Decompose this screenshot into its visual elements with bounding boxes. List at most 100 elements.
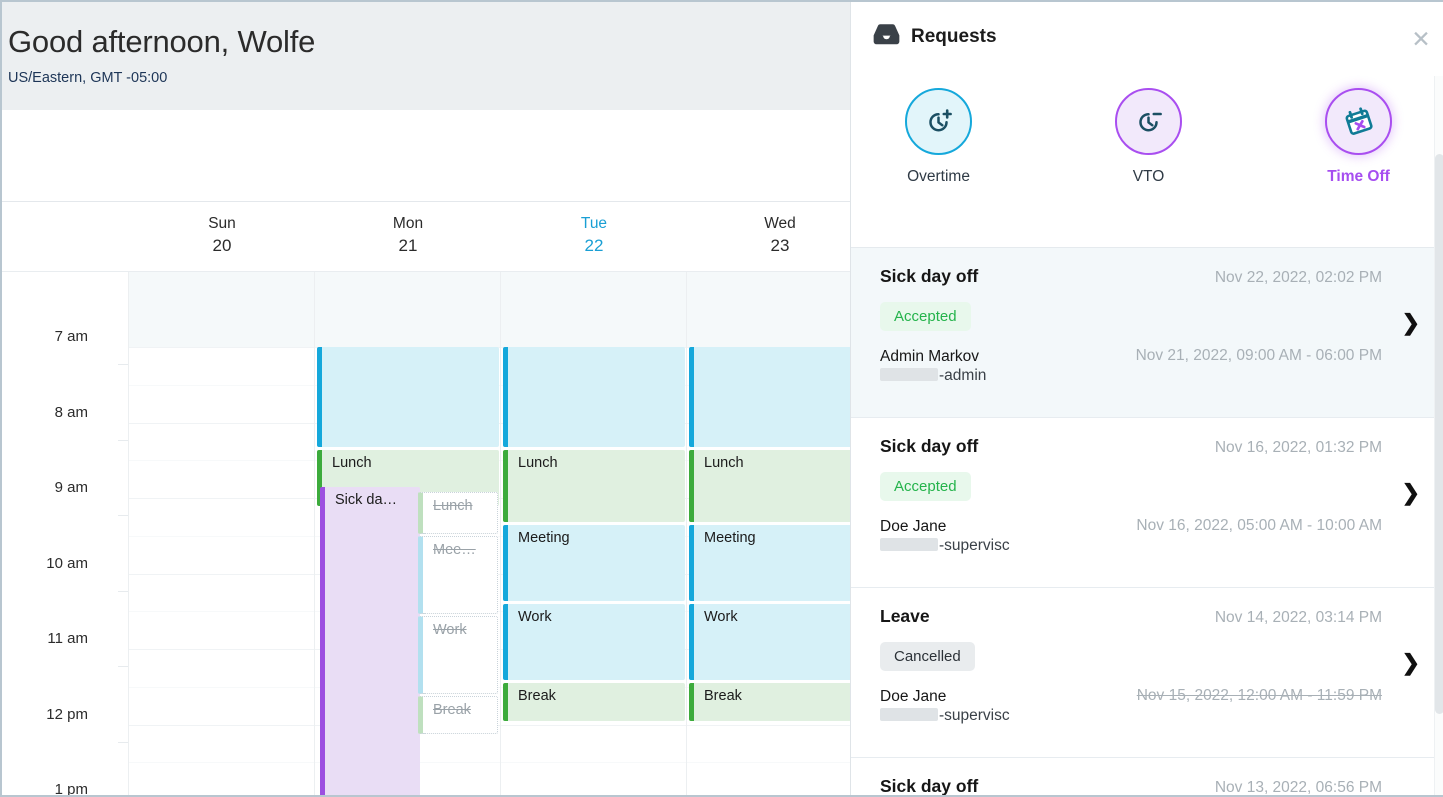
request-item-body: Doe Jane-superviscNov 15, 2022, 12:00 AM… [880,687,1422,725]
request-item-body: Doe Jane-superviscNov 16, 2022, 05:00 AM… [880,517,1422,555]
calendar-event[interactable]: Work [503,604,685,680]
calendar-event-label: Break [704,688,742,704]
request-item-person: Admin Markov-admin [880,347,986,385]
half-hour-gridline [687,762,850,763]
calendar-event[interactable]: Sick da… [320,487,420,797]
day-header-sun[interactable]: Sun20 [129,214,315,258]
hour-tick [118,515,128,516]
day-header-wed[interactable]: Wed23 [687,214,850,258]
calendar-event[interactable] [317,347,499,447]
request-type-label: Overtime [880,168,998,186]
request-item-header: Sick day offNov 22, 2022, 02:02 PM [880,266,1422,287]
request-item-created: Nov 14, 2022, 03:14 PM [1215,609,1382,627]
requests-scrollbar[interactable] [1434,76,1443,797]
hour-tick [118,742,128,743]
close-icon[interactable]: ✕ [1408,26,1434,52]
calendar-event[interactable]: Lunch [503,450,685,522]
requests-title: Requests [911,26,997,48]
calendar-event[interactable]: Break [503,683,685,721]
hour-label: 8 am [55,404,88,421]
redacted-block [880,368,938,381]
request-item-body: Admin Markov-adminNov 21, 2022, 09:00 AM… [880,347,1422,385]
calendar-event-label: Lunch [704,455,744,471]
hour-gridline [129,725,314,726]
request-type-label: Time Off [1300,168,1418,186]
hour-gridline [129,574,314,575]
hour-tick [118,440,128,441]
hour-label: 12 pm [46,706,88,723]
hour-gridline [129,423,314,424]
requests-title-wrap: Requests [873,24,997,50]
request-item-person-role: -supervisc [939,537,1010,554]
request-list-item[interactable]: Sick day offNov 22, 2022, 02:02 PMAccept… [851,248,1443,418]
half-hour-gridline [129,687,314,688]
timezone-label: US/Eastern, GMT -05:00 [8,70,167,86]
day-header-tue[interactable]: Tue22 [501,214,687,258]
requests-scrollbar-thumb[interactable] [1435,154,1443,714]
chevron-right-icon[interactable]: ❯ [1402,310,1420,336]
calendar-event-label: Work [518,609,552,625]
day-header-name: Tue [501,214,687,234]
greeting-bar: Good afternoon, Wolfe US/Eastern, GMT -0… [2,2,850,110]
hour-tick [118,364,128,365]
calendar-event[interactable]: Work [418,616,498,694]
half-hour-gridline [129,385,314,386]
request-item-person: Doe Jane-supervisc [880,517,1010,555]
off-hours-block [687,272,850,347]
calendar-event-label: Work [433,622,467,638]
calendar-event[interactable]: Mee… [418,536,498,614]
request-type-timeoff[interactable]: Time Off [1300,88,1418,247]
day-header-number: 21 [315,234,501,258]
request-item-name: Sick day off [880,776,978,797]
request-item-header: Leave Nov 14, 2022, 03:14 PM [880,606,1422,627]
calendar-event[interactable]: Break [689,683,850,721]
calendar-event[interactable] [689,347,850,447]
request-item-name: Leave [880,606,930,627]
calendar-event[interactable]: Meeting [503,525,685,601]
request-list-item[interactable]: LeaveNov 14, 2022, 03:14 PMCancelledDoe … [851,588,1443,758]
hour-label: 11 am [47,630,88,647]
hour-label: 7 am [55,328,88,345]
request-item-name: Sick day off [880,436,978,457]
calendar-grid[interactable]: 7 am8 am9 am10 am11 am12 pm1 pm LunchSic… [2,272,850,797]
day-header-name: Sun [129,214,315,234]
calendar-event-label: Mee… [433,542,476,558]
request-item-name: Sick day off [880,266,978,287]
chevron-right-icon[interactable]: ❯ [1402,650,1420,676]
inbox-icon [873,24,900,50]
requests-list[interactable]: Sick day offNov 22, 2022, 02:02 PM Accept… [851,248,1443,797]
requests-header: Requests ✕ [851,2,1443,76]
day-column-sun[interactable] [129,272,315,797]
calendar-event[interactable] [503,347,685,447]
day-header-name: Wed [687,214,850,234]
calendar-event[interactable]: Meeting [689,525,850,601]
app-window: Good afternoon, Wolfe US/Eastern, GMT -0… [0,0,1443,797]
off-hours-block [315,272,500,347]
chevron-right-icon[interactable]: ❯ [1402,480,1420,506]
request-item-person-name: Doe Jane [880,688,946,705]
request-item-person-role: -admin [939,367,986,384]
calendar-event[interactable]: Work [689,604,850,680]
day-header-number: 20 [129,234,315,258]
request-list-item[interactable]: Sick day offNov 16, 2022, 01:32 PMAccept… [851,418,1443,588]
request-type-label: VTO [1090,168,1208,186]
hour-gridline [129,649,314,650]
calendar-event[interactable]: Lunch [418,492,498,534]
day-header-mon[interactable]: Mon21 [315,214,501,258]
request-type-overtime[interactable]: Overtime [880,88,998,247]
hour-label: 10 am [46,555,88,572]
status-badge: Accepted [880,472,971,501]
half-hour-gridline [129,762,314,763]
calendar-area: Good afternoon, Wolfe US/Eastern, GMT -0… [2,2,850,797]
request-type-tabs: Overtime VTO Time Off [851,76,1443,248]
request-item-person-role: -supervisc [939,707,1010,724]
calendar-event[interactable]: Break [418,696,498,734]
day-header-name: Mon [315,214,501,234]
request-type-vto[interactable]: VTO [1090,88,1208,247]
request-item-person: Doe Jane -supervisc [880,687,1010,725]
clock-minus-icon [1115,88,1182,155]
request-list-item[interactable]: Sick day offNov 13, 2022, 06:56 PM [851,758,1443,797]
calendar-event-label: Lunch [332,455,372,471]
calendar-event-label: Sick da… [335,492,397,508]
calendar-event[interactable]: Lunch [689,450,850,522]
